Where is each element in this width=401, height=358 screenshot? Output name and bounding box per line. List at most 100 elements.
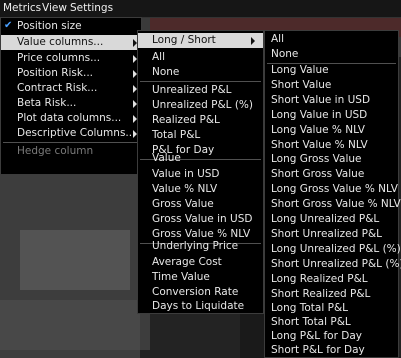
menu-item-short-unrealized-pl[interactable]: Short Unrealized P&L — [265, 227, 398, 242]
menu-item-unrealized-pl-pct[interactable]: Unrealized P&L (%) — [138, 98, 263, 113]
menu-item-long-gross-value-pct-nlv[interactable]: Long Gross Value % NLV — [265, 182, 398, 197]
menu-item-label: Price columns... — [17, 52, 101, 64]
menu-item-short-pl-for-day[interactable]: Short P&L for Day — [265, 343, 398, 358]
menu-item-label: Short Value — [271, 79, 332, 91]
menu-item-contract-risk[interactable]: Contract Risk... — [1, 81, 141, 96]
menu-item-label: Conversion Rate — [152, 286, 239, 298]
menubar-settings[interactable]: Settings — [70, 2, 113, 15]
menu-item-short-gross-value[interactable]: Short Gross Value — [265, 167, 398, 182]
menu-item-label: Position Risk... — [17, 67, 93, 79]
menu-item-position-risk[interactable]: Position Risk... — [1, 66, 141, 81]
menu-item-label: Long Value % NLV — [271, 124, 365, 136]
menu-item-position-size[interactable]: ✔ Position size — [1, 19, 141, 34]
menu-item-short-gross-value-pct-nlv[interactable]: Short Gross Value % NLV — [265, 197, 401, 212]
menu-item-long-value[interactable]: Long Value — [265, 63, 398, 78]
menubar-view[interactable]: View — [42, 2, 67, 15]
menu-item-label: Long Gross Value — [271, 153, 362, 165]
menu-item-none[interactable]: None — [138, 65, 263, 80]
menu-item-long-unrealized-pl[interactable]: Long Unrealized P&L — [265, 212, 398, 227]
menu-item-label: Value in USD — [152, 168, 220, 180]
menu-item-short-realized-pl[interactable]: Short Realized P&L — [265, 287, 398, 302]
menubar-settings-label: Settings — [70, 2, 114, 14]
menu-item-label: Long Realized P&L — [271, 273, 368, 285]
menu-item-short-value-pct-nlv[interactable]: Short Value % NLV — [265, 138, 398, 153]
menu-item-label: Short Value % NLV — [271, 139, 368, 151]
menu-item-all[interactable]: All — [138, 50, 263, 65]
menu-item-label: Days to Liquidate — [152, 300, 245, 312]
menu-item-long-total-pl[interactable]: Long Total P&L — [265, 301, 398, 316]
menu-item-long-pl-for-day[interactable]: Long P&L for Day — [265, 329, 398, 344]
menu-item-gross-value-in-usd[interactable]: Gross Value in USD — [138, 212, 263, 227]
menu-item-plot-data-columns[interactable]: Plot data columns... — [1, 111, 141, 126]
menu-item-label: Short Total P&L — [271, 316, 351, 328]
menu-item-label: Long Total P&L — [271, 302, 348, 314]
menu-item-beta-risk[interactable]: Beta Risk... — [1, 96, 141, 111]
menubar-metrics-label: Metrics — [3, 2, 42, 14]
menu-item-label: Long Unrealized P&L (%) — [271, 243, 401, 255]
checkmark-icon: ✔ — [4, 20, 13, 31]
menu-item-days-to-liquidate[interactable]: Days to Liquidate — [138, 299, 263, 314]
bg-block — [0, 300, 140, 358]
menu-item-label: Time Value — [152, 271, 210, 283]
menu-item-label: All — [152, 51, 166, 63]
menu-item-label: Long Value in USD — [271, 109, 368, 121]
menu-item-long-realized-pl[interactable]: Long Realized P&L — [265, 272, 398, 287]
menu-item-ls-all[interactable]: All — [265, 32, 398, 47]
menu-item-price-columns[interactable]: Price columns... — [1, 51, 141, 66]
bg-block — [20, 230, 130, 290]
menu-item-value-pct-nlv[interactable]: Value % NLV — [138, 182, 263, 197]
menu-item-label: Descriptive Columns... — [17, 127, 136, 139]
menu-item-conversion-rate[interactable]: Conversion Rate — [138, 285, 263, 300]
menu-item-label: Contract Risk... — [17, 82, 98, 94]
menu-item-value-columns[interactable]: Value columns... — [1, 35, 141, 50]
menu-item-label: Short Unrealized P&L — [271, 228, 383, 240]
menu-item-label: Average Cost — [152, 256, 222, 268]
menu-item-underlying-price[interactable]: Underlying Price — [138, 239, 263, 254]
menu-item-label: Plot data columns... — [17, 112, 122, 124]
menu-item-label: Short Gross Value % NLV — [271, 198, 401, 210]
menu-item-label: None — [152, 66, 180, 78]
menu-item-short-value[interactable]: Short Value — [265, 78, 398, 93]
menu-item-label: Hedge column — [17, 145, 94, 157]
menu-bar: Metrics View Settings — [0, 0, 401, 18]
menu-item-short-total-pl[interactable]: Short Total P&L — [265, 315, 398, 330]
menu-item-short-value-in-usd[interactable]: Short Value in USD — [265, 93, 398, 108]
menu-item-label: Short P&L for Day — [271, 344, 365, 356]
menu-item-label: Value — [152, 152, 181, 164]
menu-item-hedge-column: Hedge column — [1, 144, 141, 159]
menu-item-unrealized-pl[interactable]: Unrealized P&L — [138, 83, 263, 98]
menu-item-label: Long Gross Value % NLV — [271, 183, 398, 195]
menu-item-short-unrealized-pl-pct[interactable]: Short Unrealized P&L (%) — [265, 257, 401, 272]
menu-item-value-in-usd[interactable]: Value in USD — [138, 167, 263, 182]
menu-separator — [3, 142, 139, 143]
menu-item-long-value-pct-nlv[interactable]: Long Value % NLV — [265, 123, 398, 138]
menu-item-average-cost[interactable]: Average Cost — [138, 255, 263, 270]
menu-item-ls-none[interactable]: None — [265, 47, 398, 62]
menu-item-label: Long Value — [271, 64, 329, 76]
menu-item-time-value[interactable]: Time Value — [138, 270, 263, 285]
menu-item-label: Value % NLV — [152, 183, 218, 195]
menu-item-label: Long Unrealized P&L — [271, 213, 380, 225]
menu-item-label: Short Value in USD — [271, 94, 371, 106]
menu-item-descriptive-columns[interactable]: Descriptive Columns... — [1, 126, 141, 141]
metrics-menu: ✔ Position size Value columns... Price c… — [0, 17, 142, 175]
menubar-metrics[interactable]: Metrics — [3, 2, 41, 15]
menu-item-value[interactable]: Value — [138, 151, 263, 166]
menu-item-label: None — [271, 48, 299, 60]
menu-item-long-short[interactable]: Long / Short — [138, 33, 263, 48]
menu-item-gross-value[interactable]: Gross Value — [138, 197, 263, 212]
menu-item-label: Total P&L — [152, 129, 201, 141]
menu-item-long-unrealized-pl-pct[interactable]: Long Unrealized P&L (%) — [265, 242, 401, 257]
menubar-view-label: View — [42, 2, 67, 14]
menu-separator — [140, 81, 261, 82]
long-short-menu: All None Long Value Short Value Short Va… — [264, 30, 401, 358]
value-columns-menu: Long / Short All None Unrealized P&L Unr… — [137, 30, 264, 314]
menu-item-label: Beta Risk... — [17, 97, 77, 109]
menu-item-label: Short Realized P&L — [271, 288, 371, 300]
menu-item-label: Unrealized P&L — [152, 84, 232, 96]
menu-item-label: Long P&L for Day — [271, 330, 362, 342]
menu-item-long-gross-value[interactable]: Long Gross Value — [265, 152, 398, 167]
menu-item-long-value-in-usd[interactable]: Long Value in USD — [265, 108, 398, 123]
menu-item-total-pl[interactable]: Total P&L — [138, 128, 263, 143]
menu-item-realized-pl[interactable]: Realized P&L — [138, 113, 263, 128]
